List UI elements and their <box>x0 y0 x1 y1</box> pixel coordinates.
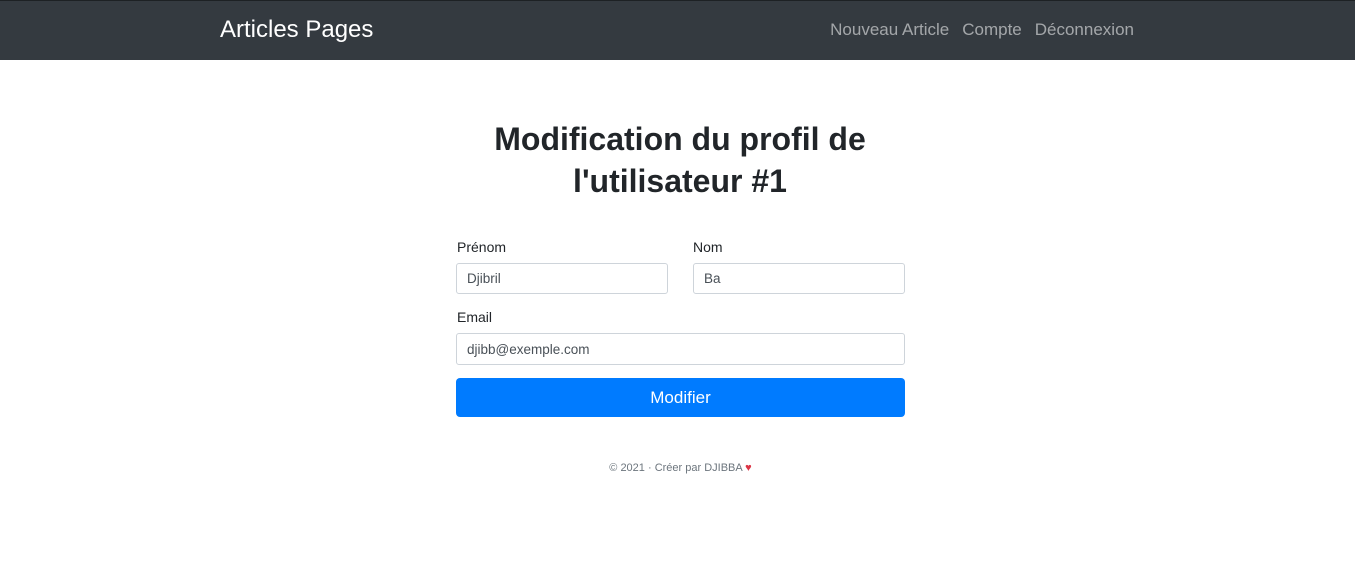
nav-link-deconnexion[interactable]: Déconnexion <box>1035 19 1134 41</box>
page-title-line2: l'utilisateur #1 <box>573 163 787 199</box>
prenom-label: Prénom <box>457 239 507 255</box>
nom-label: Nom <box>693 239 723 255</box>
nav-link-nouveau-article[interactable]: Nouveau Article <box>830 19 949 41</box>
brand-link[interactable]: Articles Pages <box>220 15 373 45</box>
nav-links: Nouveau Article Compte Déconnexion <box>830 19 1134 41</box>
nav-link-compte[interactable]: Compte <box>962 19 1022 41</box>
email-label: Email <box>457 309 493 325</box>
footer: © 2021 · Créer par DJIBBA ♥ <box>456 461 905 475</box>
page-title: Modification du profil de l'utilisateur … <box>440 118 920 202</box>
heart-icon: ♥ <box>745 462 752 474</box>
page-title-line1: Modification du profil de <box>494 121 866 157</box>
footer-text: © 2021 · Créer par DJIBBA <box>609 462 743 474</box>
navbar: Articles Pages Nouveau Article Compte Dé… <box>0 0 1355 60</box>
nom-input[interactable] <box>693 263 905 294</box>
email-input[interactable] <box>456 333 905 365</box>
prenom-input[interactable] <box>456 263 668 294</box>
modifier-button[interactable]: Modifier <box>456 378 905 417</box>
